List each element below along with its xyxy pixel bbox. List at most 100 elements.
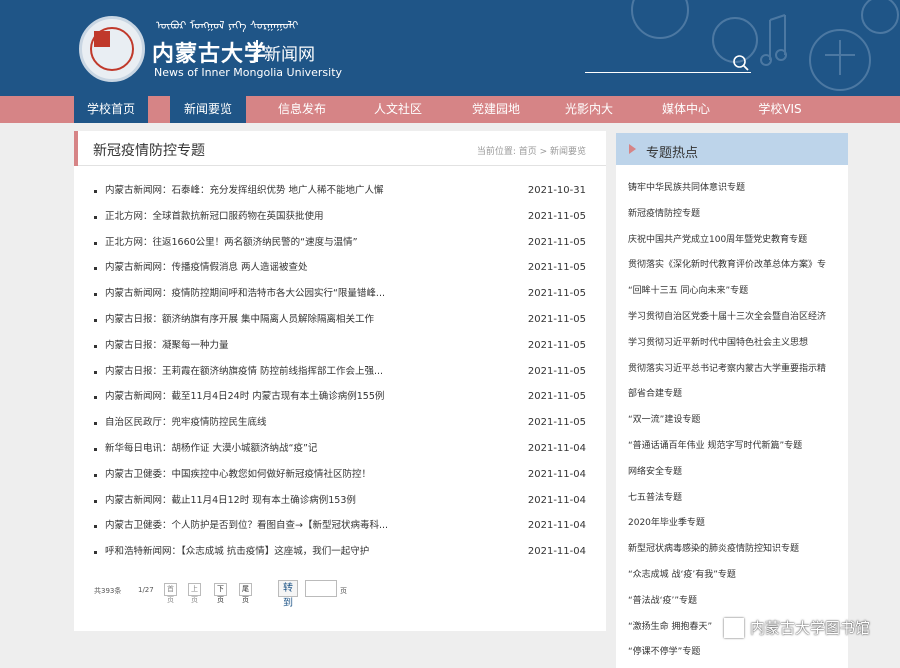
first-page-button[interactable]: 首页 <box>164 583 177 604</box>
news-title[interactable]: 呼和浩特新闻网：【众志成城 抗击疫情】这座城，我们一起守护 <box>105 539 435 565</box>
list-item[interactable]: 内蒙古新闻网：传播疫情假消息 两人造谣被查处 2021-11-05 <box>94 255 586 281</box>
list-item[interactable]: 内蒙古新闻网：石泰峰：充分发挥组织优势 地广人稀不能地广人懈 2021-10-31 <box>94 178 586 204</box>
news-date: 2021-11-04 <box>527 468 586 480</box>
news-date: 2021-11-05 <box>527 339 586 351</box>
news-title[interactable]: 内蒙古新闻网：截止11月4日12时 现有本土确诊病例153例 <box>105 488 435 514</box>
breadcrumb[interactable]: 当前位置: 首页 > 新闻要览 <box>477 144 586 157</box>
topic-link[interactable]: “双一流”建设专题 <box>628 408 842 434</box>
header-decoration <box>631 0 899 91</box>
site-name: 新闻网 <box>264 45 315 65</box>
nav-item-media[interactable]: 媒体中心 <box>648 96 724 123</box>
news-title[interactable]: 内蒙古日报：额济纳旗有序开展 集中隔离人员解除隔离相关工作 <box>105 307 435 333</box>
search-input[interactable] <box>585 72 751 73</box>
list-item[interactable]: 内蒙古新闻网：截止11月4日12时 现有本土确诊病例153例 2021-11-04 <box>94 488 586 514</box>
news-date: 2021-11-05 <box>527 288 586 300</box>
topic-link[interactable]: “停课不停学”专题 <box>628 640 842 666</box>
bullet-icon <box>94 396 97 400</box>
logo-emblem-icon <box>94 31 110 47</box>
bullet-icon <box>94 293 97 297</box>
topic-link[interactable]: 贯彻落实习近平总书记考察内蒙古大学重要指示精 <box>628 357 842 383</box>
news-date: 2021-11-04 <box>527 520 586 532</box>
list-item[interactable]: 内蒙古新闻网：截至11月4日24时 内蒙古现有本土确诊病例155例 2021-11… <box>94 384 586 410</box>
topic-link[interactable]: 铸牢中华民族共同体意识专题 <box>628 176 842 202</box>
topic-link[interactable]: 新冠疫情防控专题 <box>628 202 842 228</box>
main-nav: 学校首页 新闻要览 信息发布 人文社区 党建园地 光影内大 媒体中心 学校VIS <box>0 96 900 123</box>
topic-link[interactable]: “普通话诵百年伟业 规范字写时代新篇”专题 <box>628 434 842 460</box>
topics-sidebar: 专题热点 铸牢中华民族共同体意识专题 新冠疫情防控专题 庆祝中国共产党成立100… <box>616 133 848 668</box>
bullet-icon <box>94 241 97 245</box>
bullet-icon <box>94 190 97 193</box>
topic-link[interactable]: 七五普法专题 <box>628 486 842 512</box>
pager-total: 共393条 <box>94 587 122 595</box>
news-title[interactable]: 正北方网：往返1660公里！两名额济纳民警的“速度与温情” <box>105 230 435 256</box>
news-date: 2021-11-04 <box>527 442 586 454</box>
topic-link[interactable]: 新型冠状病毒感染的肺炎疫情防控知识专题 <box>628 537 842 563</box>
list-item[interactable]: 正北方网：全球首款抗新冠口服药物在英国获批使用 2021-11-05 <box>94 204 586 230</box>
nav-item-community[interactable]: 人文社区 <box>360 96 436 123</box>
news-title[interactable]: 内蒙古日报：凝聚每一种力量 <box>105 333 435 359</box>
topic-link[interactable]: 学习贯彻习近平新时代中国特色社会主义思想 <box>628 331 842 357</box>
topic-link[interactable]: “普法战‘疫’”专题 <box>628 589 842 615</box>
university-logo[interactable] <box>79 16 145 82</box>
nav-item-party[interactable]: 党建园地 <box>458 96 534 123</box>
list-item[interactable]: 自治区民政厅：兜牢疫情防控民生底线 2021-11-05 <box>94 410 586 436</box>
site-header: ᠥᠪᠦᠷ ᠮᠣᠩᠭᠣᠯ ᠶᠡᠬᠡ ᠰᠤᠷᠭᠠᠭᠤᠯᠢ 内蒙古大学 新闻网 New… <box>0 0 900 96</box>
search-icon[interactable] <box>732 54 750 72</box>
nav-item-gallery[interactable]: 光影内大 <box>551 96 627 123</box>
news-date: 2021-11-05 <box>527 236 586 248</box>
news-title[interactable]: 内蒙古新闻网：石泰峰：充分发挥组织优势 地广人稀不能地广人懈 <box>105 178 435 204</box>
page-unit: 页 <box>340 587 347 595</box>
list-item[interactable]: 呼和浩特新闻网：【众志成城 抗击疫情】这座城，我们一起守护 2021-11-04 <box>94 539 586 565</box>
topic-link[interactable]: 庆祝中国共产党成立100周年暨党史教育专题 <box>628 228 842 254</box>
news-panel-header: 新冠疫情防控专题 当前位置: 首页 > 新闻要览 <box>74 131 606 166</box>
list-item[interactable]: 正北方网：往返1660公里！两名额济纳民警的“速度与温情” 2021-11-05 <box>94 230 586 256</box>
topic-list: 铸牢中华民族共同体意识专题 新冠疫情防控专题 庆祝中国共产党成立100周年暨党史… <box>628 176 842 666</box>
goto-button[interactable]: 转到 <box>278 580 298 609</box>
news-title[interactable]: 内蒙古卫健委：个人防护是否到位？看图自查→【新型冠状病毒科... <box>105 513 435 539</box>
list-item[interactable]: 内蒙古日报：王莉霞在额济纳旗疫情 防控前线指挥部工作会上强... 2021-11-… <box>94 359 586 385</box>
news-title[interactable]: 正北方网：全球首款抗新冠口服药物在英国获批使用 <box>105 204 435 230</box>
nav-item-news[interactable]: 新闻要览 <box>170 96 246 123</box>
nav-item-vis[interactable]: 学校VIS <box>742 96 818 123</box>
pager-current: 1/27 <box>138 586 154 594</box>
news-date: 2021-11-05 <box>527 417 586 429</box>
news-title[interactable]: 内蒙古新闻网：疫情防控期间呼和浩特市各大公园实行“限量错峰... <box>105 281 435 307</box>
topic-link[interactable]: 学习贯彻自治区党委十届十三次全会暨自治区经济 <box>628 305 842 331</box>
list-item[interactable]: 内蒙古新闻网：疫情防控期间呼和浩特市各大公园实行“限量错峰... 2021-11-… <box>94 281 586 307</box>
news-date: 2021-11-04 <box>527 494 586 506</box>
page-input[interactable] <box>305 580 337 597</box>
last-page-button[interactable]: 尾页 <box>239 583 252 604</box>
bullet-icon <box>94 499 97 503</box>
topic-link[interactable]: 网络安全专题 <box>628 460 842 486</box>
nav-item-home[interactable]: 学校首页 <box>74 96 148 123</box>
logo-divider <box>256 40 258 62</box>
next-page-button[interactable]: 下页 <box>214 583 227 604</box>
news-title[interactable]: 内蒙古卫健委：中国疾控中心教您如何做好新冠疫情社区防控！ <box>105 462 435 488</box>
header-accent-bar <box>74 131 78 166</box>
news-panel: 新冠疫情防控专题 当前位置: 首页 > 新闻要览 内蒙古新闻网：石泰峰：充分发挥… <box>74 131 606 631</box>
news-title[interactable]: 新华每日电讯：胡杨作证 大漠小城额济纳战“疫”记 <box>105 436 435 462</box>
list-item[interactable]: 内蒙古卫健委：中国疾控中心教您如何做好新冠疫情社区防控！ 2021-11-04 <box>94 462 586 488</box>
topic-link[interactable]: 贯彻落实《深化新时代教育评价改革总体方案》专 <box>628 253 842 279</box>
news-date: 2021-11-05 <box>527 365 586 377</box>
bullet-icon <box>94 447 97 451</box>
list-item[interactable]: 内蒙古日报：凝聚每一种力量 2021-11-05 <box>94 333 586 359</box>
topic-link[interactable]: “回眸十三五 同心向未来”专题 <box>628 279 842 305</box>
list-item[interactable]: 内蒙古卫健委：个人防护是否到位？看图自查→【新型冠状病毒科... 2021-11-… <box>94 513 586 539</box>
news-title[interactable]: 内蒙古新闻网：传播疫情假消息 两人造谣被查处 <box>105 255 435 281</box>
topic-link[interactable]: 部省合建专题 <box>628 382 842 408</box>
news-title[interactable]: 自治区民政厅：兜牢疫情防控民生底线 <box>105 410 435 436</box>
page-title: 新冠疫情防控专题 <box>93 143 205 159</box>
list-item[interactable]: 内蒙古日报：额济纳旗有序开展 集中隔离人员解除隔离相关工作 2021-11-05 <box>94 307 586 333</box>
news-title[interactable]: 内蒙古新闻网：截至11月4日24时 内蒙古现有本土确诊病例155例 <box>105 384 435 410</box>
bullet-icon <box>94 215 97 219</box>
topic-link[interactable]: “众志成城 战‘疫’有我”专题 <box>628 563 842 589</box>
news-date: 2021-11-05 <box>527 313 586 325</box>
topic-link[interactable]: 2020年毕业季专题 <box>628 511 842 537</box>
library-logo-icon <box>724 618 744 638</box>
bullet-icon <box>94 344 97 348</box>
nav-item-info[interactable]: 信息发布 <box>264 96 340 123</box>
list-item[interactable]: 新华每日电讯：胡杨作证 大漠小城额济纳战“疫”记 2021-11-04 <box>94 436 586 462</box>
prev-page-button[interactable]: 上页 <box>188 583 201 604</box>
news-title[interactable]: 内蒙古日报：王莉霞在额济纳旗疫情 防控前线指挥部工作会上强... <box>105 359 435 385</box>
